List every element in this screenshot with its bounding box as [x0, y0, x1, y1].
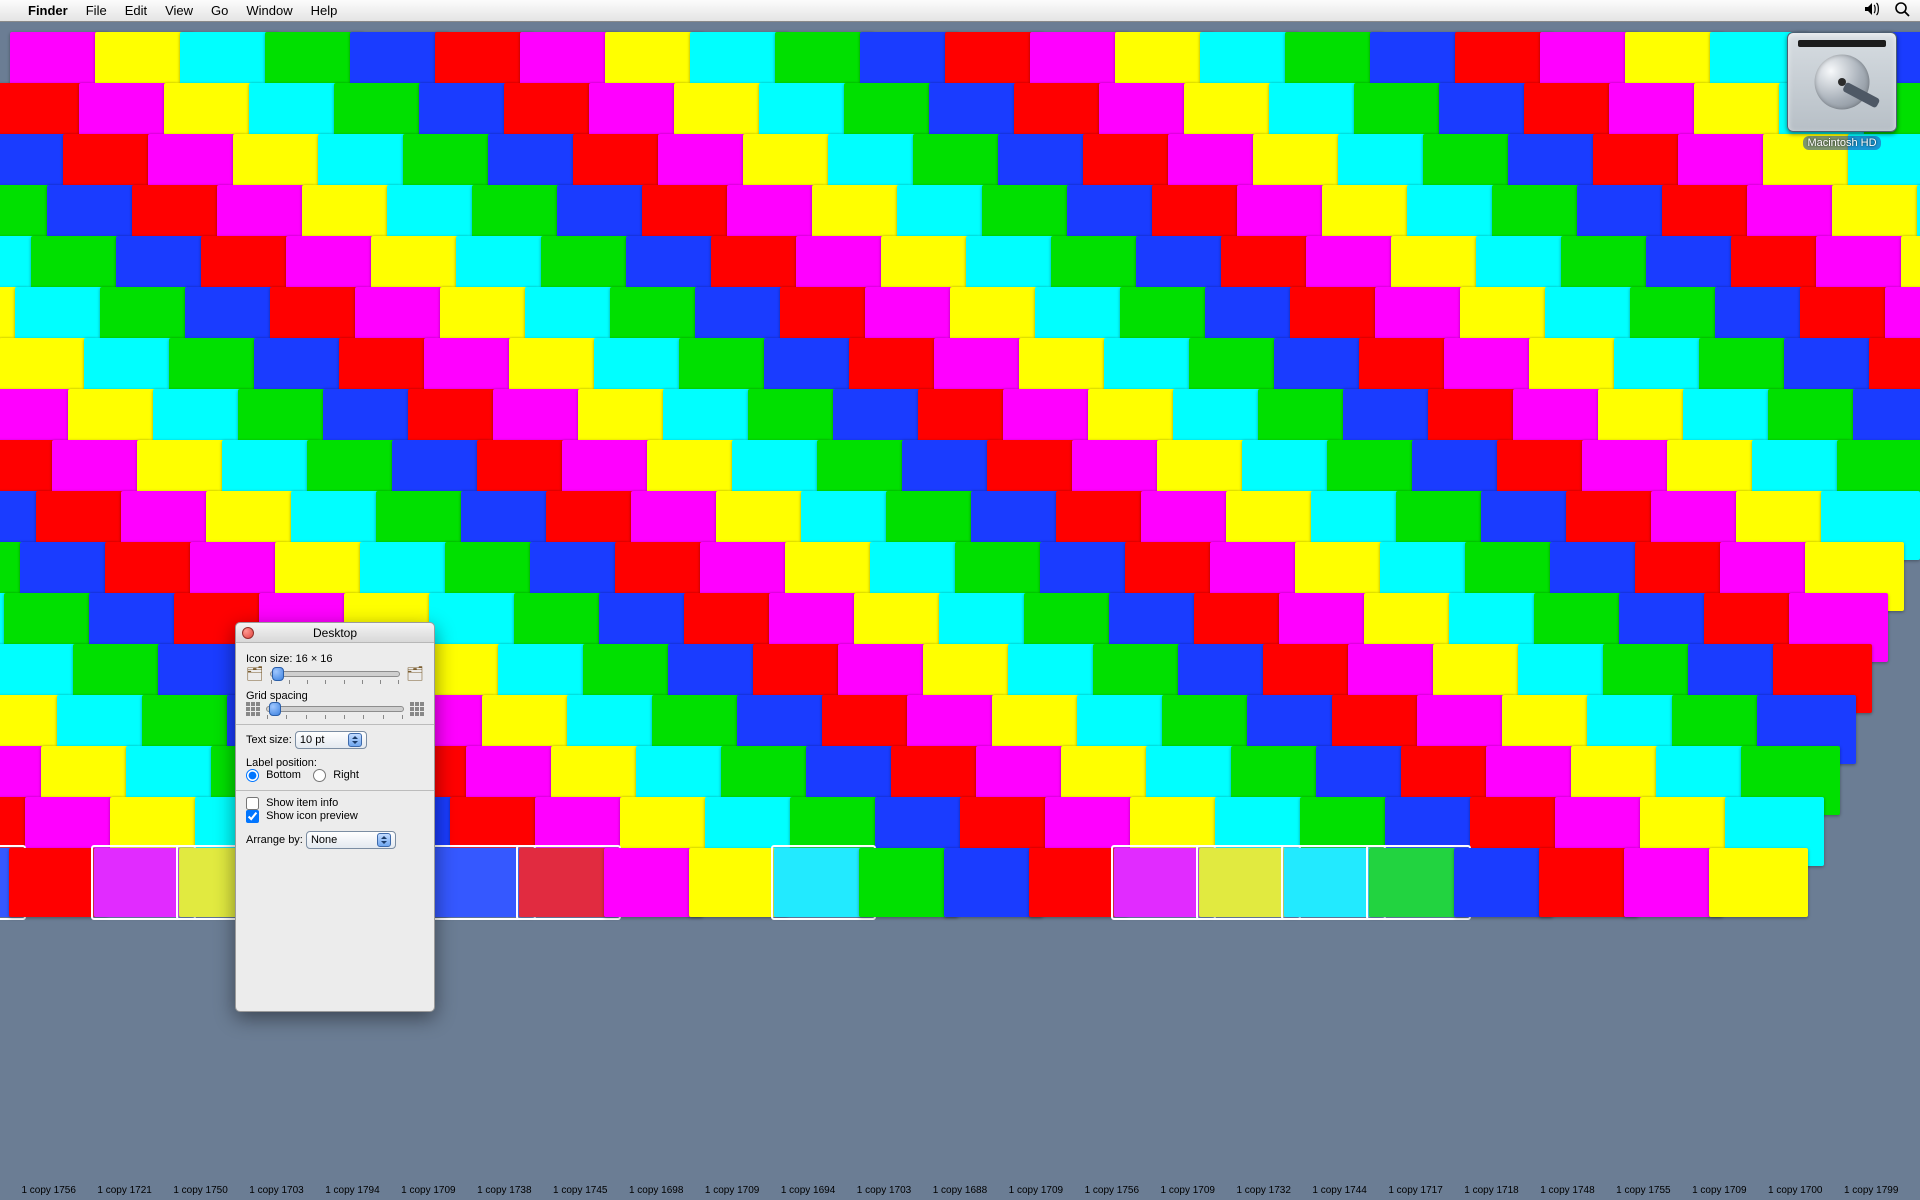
desktop-tile[interactable] [1709, 848, 1808, 917]
icon-size-label: Icon size: 16 × 16 [246, 653, 333, 665]
menu-window[interactable]: Window [246, 3, 292, 18]
close-button[interactable] [242, 627, 254, 639]
file-label: 1 copy 1794 [325, 1185, 380, 1196]
label-position-right[interactable]: Right [313, 769, 359, 781]
file-label: 1 copy 1698 [629, 1185, 684, 1196]
show-icon-preview[interactable]: Show icon preview [246, 810, 358, 822]
panel-titlebar[interactable]: Desktop [236, 623, 434, 643]
panel-title: Desktop [313, 626, 357, 640]
arrange-by-select[interactable]: None [306, 831, 396, 849]
icon-size-small-icon: 🗂 [246, 665, 264, 682]
grid-spacing-slider[interactable] [266, 706, 404, 712]
radio-bottom[interactable] [246, 769, 259, 782]
file-label: 1 copy 1738 [477, 1185, 532, 1196]
view-options-panel[interactable]: Desktop Icon size: 16 × 16 🗂 🗂 Grid spac… [235, 622, 435, 1012]
file-label: 1 copy 1709 [1692, 1185, 1747, 1196]
file-label: 1 copy 1709 [401, 1185, 456, 1196]
file-label: 1 copy 1732 [1236, 1185, 1291, 1196]
menu-file[interactable]: File [86, 3, 107, 18]
file-label: 1 copy 1744 [1312, 1185, 1367, 1196]
grid-spacing-large-icon [410, 702, 424, 716]
file-label: 1 copy 1756 [21, 1185, 76, 1196]
file-label: 1 copy 1748 [1540, 1185, 1595, 1196]
label-position-bottom[interactable]: Bottom [246, 769, 304, 781]
show-item-info[interactable]: Show item info [246, 797, 338, 809]
volume-menu-icon[interactable] [1864, 2, 1880, 20]
file-label: 1 copy 1703 [857, 1185, 912, 1196]
hd-label: Macintosh HD [1803, 136, 1880, 150]
text-size-value: 10 pt [300, 734, 324, 746]
app-name[interactable]: Finder [28, 3, 68, 18]
desktop-item-labels: 1 copy 1756 1 copy 1721 1 copy 1750 1 copy … [0, 1185, 1920, 1196]
menu-view[interactable]: View [165, 3, 193, 18]
file-label: 1 copy 1694 [781, 1185, 836, 1196]
file-label: 1 copy 1756 [1085, 1185, 1140, 1196]
menu-edit[interactable]: Edit [125, 3, 147, 18]
grid-spacing-label: Grid spacing [246, 690, 308, 702]
stepper-icon [377, 833, 391, 847]
file-label: 1 copy 1709 [705, 1185, 760, 1196]
file-label: 1 copy 1721 [97, 1185, 152, 1196]
file-label: 1 copy 1745 [553, 1185, 608, 1196]
arrange-by-value: None [311, 834, 337, 846]
spotlight-icon[interactable] [1894, 1, 1910, 21]
file-label: 1 copy 1750 [173, 1185, 228, 1196]
radio-right[interactable] [313, 769, 326, 782]
hard-drive-icon [1787, 32, 1897, 132]
macintosh-hd-icon[interactable]: Macintosh HD [1782, 32, 1902, 150]
grid-spacing-small-icon [246, 702, 260, 716]
file-label: 1 copy 1718 [1464, 1185, 1519, 1196]
desktop[interactable]: Macintosh HD 1 copy 17561 copy 17211 cop… [0, 22, 1920, 1200]
show-item-info-checkbox[interactable] [246, 797, 259, 810]
icon-size-slider[interactable] [270, 671, 400, 677]
icon-size-large-icon: 🗂 [406, 665, 424, 682]
text-size-label: Text size: [246, 734, 292, 746]
show-icon-preview-checkbox[interactable] [246, 810, 259, 823]
file-label: 1 copy 1700 [1768, 1185, 1823, 1196]
file-label: 1 copy 1709 [1009, 1185, 1064, 1196]
menu-help[interactable]: Help [311, 3, 338, 18]
file-label: 1 copy 1755 [1616, 1185, 1671, 1196]
text-size-select[interactable]: 10 pt [295, 731, 367, 749]
file-label: 1 copy 1703 [249, 1185, 304, 1196]
file-label: 1 copy 1717 [1388, 1185, 1443, 1196]
label-position-label: Label position: [246, 757, 317, 769]
file-label: 1 copy 1688 [933, 1185, 988, 1196]
menu-go[interactable]: Go [211, 3, 228, 18]
stepper-icon [348, 733, 362, 747]
file-label: 1 copy 1709 [1161, 1185, 1216, 1196]
menu-bar: Finder File Edit View Go Window Help [0, 0, 1920, 22]
arrange-by-label: Arrange by: [246, 834, 303, 846]
file-label: 1 copy 1799 [1844, 1185, 1899, 1196]
